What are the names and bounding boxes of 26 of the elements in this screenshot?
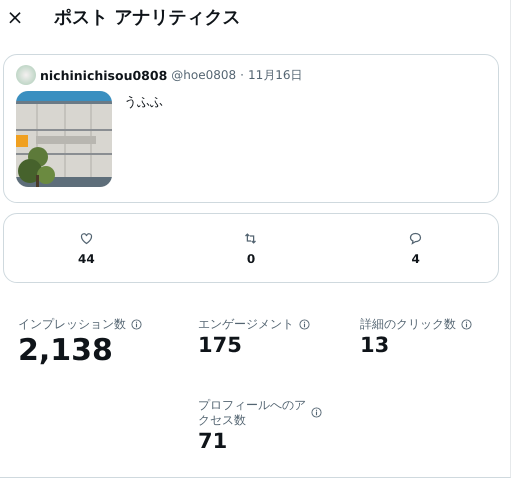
post-text: うふふ [124,94,163,112]
display-name[interactable]: nichinichisou0808 [40,68,168,82]
separator-dot: · [240,68,244,82]
engagement-count: 44 [78,252,95,266]
metric-label: インプレッション数 [18,317,126,332]
metric-label: プロフィールへのアクセス数 [198,398,306,428]
metric-label: エンゲージメント [198,317,294,332]
info-icon[interactable] [131,318,142,330]
speech-bubble-icon[interactable] [408,230,424,246]
post-date: 11月16日 [248,66,303,84]
metric-value: 2,138 [18,333,114,368]
post-card[interactable]: nichinichisou0808 @hoe0808 · 11月16日 うふふ [3,54,499,203]
engagement-count: 0 [246,252,256,266]
metric-value: 175 [198,333,243,358]
user-handle: @hoe0808 [171,68,236,82]
close-button[interactable]: × [6,7,24,27]
heart-icon[interactable] [78,230,94,246]
metric-label: 詳細のクリック数 [360,317,456,332]
info-icon[interactable] [299,318,310,330]
info-icon[interactable] [461,318,472,330]
repost-icon[interactable] [243,230,258,246]
metric-value: 13 [360,333,390,358]
engagement-count: 4 [411,252,420,266]
info-icon[interactable] [311,407,322,418]
page-title: ポスト アナリティクス [54,6,240,29]
metric-value: 71 [198,429,228,454]
